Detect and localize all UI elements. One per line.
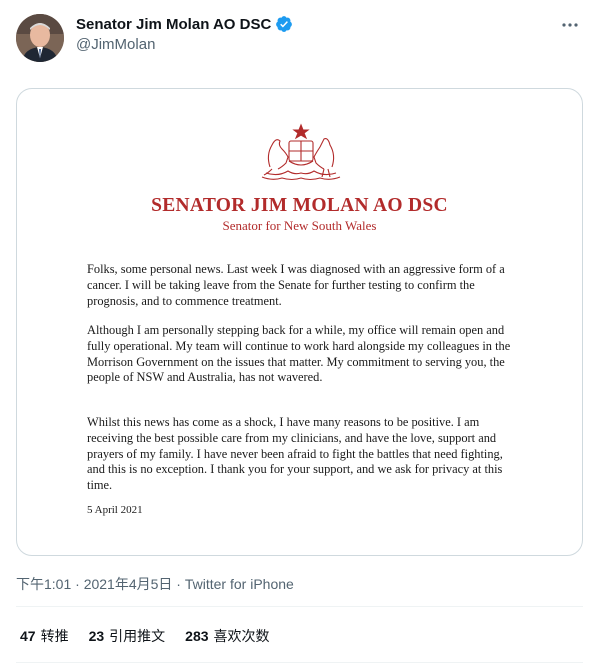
- quotes-label: 引用推文: [109, 628, 166, 644]
- letterhead-subtitle: Senator for New South Wales: [222, 218, 377, 233]
- retweets-label: 转推: [40, 628, 69, 644]
- tweet-header: Senator Jim Molan AO DSC @JimMolan: [0, 0, 599, 80]
- avatar[interactable]: [16, 14, 64, 62]
- tweet-metadata: 下午1:01 · 2021年4月5日 · Twitter for iPhone: [16, 574, 294, 594]
- likes-stat[interactable]: 283 喜欢次数: [185, 626, 269, 646]
- likes-count: 283: [185, 628, 209, 644]
- letter-image: SENATOR JIM MOLAN AO DSC Senator for New…: [17, 89, 582, 555]
- avatar-photo: [16, 14, 64, 62]
- quotes-count: 23: [88, 628, 105, 644]
- media-card[interactable]: SENATOR JIM MOLAN AO DSC Senator for New…: [16, 88, 583, 556]
- retweets-count: 47: [20, 628, 36, 644]
- letter-date: 5 April 2021: [87, 504, 143, 516]
- tweet-timestamp[interactable]: 下午1:01 · 2021年4月5日 ·: [16, 576, 185, 592]
- user-handle[interactable]: @JimMolan: [76, 36, 155, 53]
- engagement-stats: 47 转推 23 引用推文 283 喜欢次数: [20, 626, 270, 646]
- letter-paragraph: Whilst this news has come as a shock, I …: [87, 415, 503, 493]
- retweets-stat[interactable]: 47 转推: [20, 626, 69, 646]
- letterhead-title: SENATOR JIM MOLAN AO DSC: [151, 195, 448, 216]
- letter-paragraph: Although I am personally stepping back f…: [87, 323, 511, 385]
- divider: [16, 606, 583, 607]
- likes-label: 喜欢次数: [213, 628, 270, 644]
- more-options-icon[interactable]: [559, 14, 581, 36]
- letter-paragraph: Folks, some personal news. Last week I w…: [87, 262, 505, 308]
- verified-badge-icon: [276, 16, 293, 32]
- quotes-stat[interactable]: 23 引用推文: [89, 626, 166, 646]
- display-name[interactable]: Senator Jim Molan AO DSC: [76, 16, 271, 33]
- coat-of-arms-icon: [261, 123, 341, 181]
- tweet-source[interactable]: Twitter for iPhone: [185, 576, 294, 592]
